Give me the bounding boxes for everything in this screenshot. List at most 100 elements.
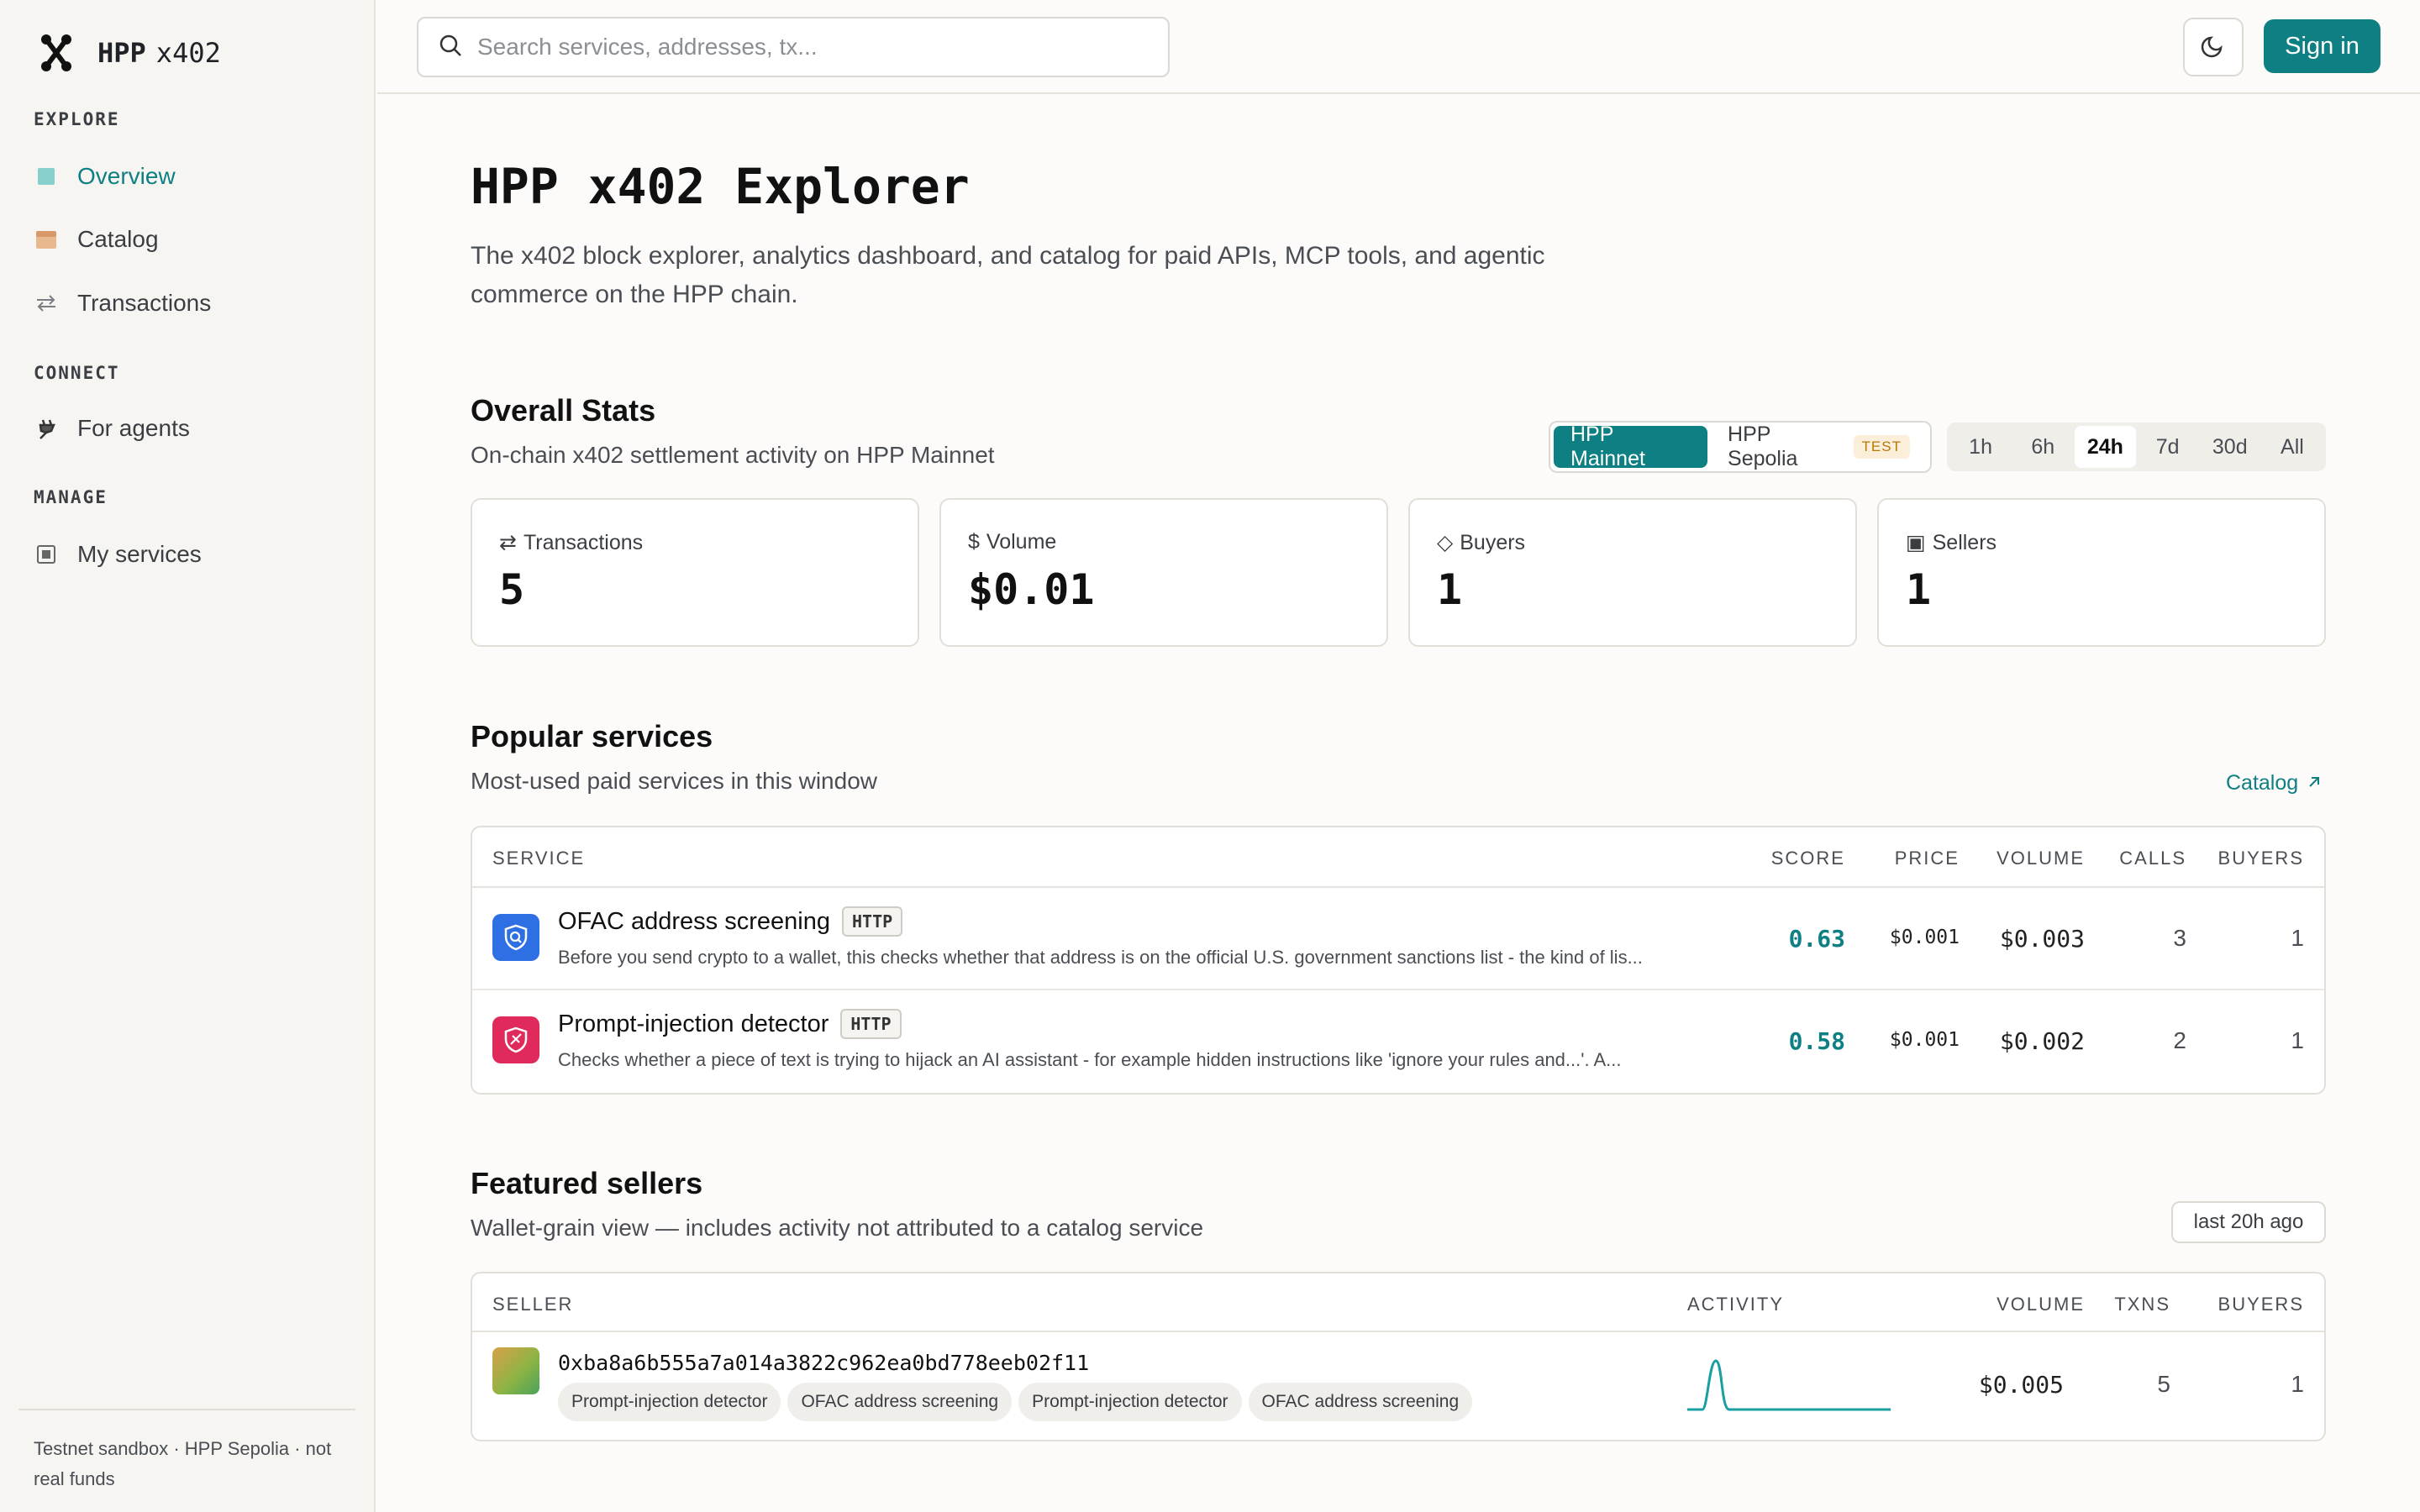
nav-section-connect: CONNECT (34, 363, 120, 383)
seller-avatar (492, 1347, 539, 1394)
column-header-buyers: BUYERS (2217, 1294, 2304, 1315)
seller-icon: ▣ (1906, 531, 1926, 554)
service-score: 0.58 (1788, 1027, 1845, 1055)
stat-value: $0.01 (968, 565, 1095, 614)
services-icon (34, 542, 59, 567)
catalog-link[interactable]: Catalog (2226, 771, 2322, 795)
stat-card-buyers: ◇ Buyers 1 (1408, 498, 1857, 647)
service-name[interactable]: OFAC address screening HTTP (558, 906, 903, 937)
overview-icon (34, 164, 59, 189)
service-tag[interactable]: Prompt-injection detector (558, 1383, 781, 1421)
sidebar-item-label: My services (77, 541, 202, 567)
seller-txns: 5 (2157, 1371, 2170, 1397)
transactions-icon (34, 291, 59, 316)
popular-title: Popular services (471, 719, 713, 753)
stat-label: $ Volume (968, 530, 1057, 554)
network-option-sepolia[interactable]: HPP Sepolia TEST (1711, 423, 1927, 470)
sign-in-button[interactable]: Sign in (2264, 19, 2381, 73)
sidebar-item-my-services[interactable]: My services (34, 530, 345, 579)
column-header-price: PRICE (1894, 848, 1960, 869)
arrow-up-right-icon (2307, 771, 2322, 795)
nav-section-explore: EXPLORE (34, 109, 120, 129)
sidebar-footer: Testnet sandbox · HPP Sepolia · not real… (18, 1409, 355, 1494)
service-score: 0.63 (1788, 925, 1845, 953)
network-option-label: HPP Sepolia (1728, 423, 1798, 470)
popular-subtitle: Most-used paid services in this window (471, 768, 877, 794)
range-option-7d[interactable]: 7d (2138, 426, 2198, 468)
search-input[interactable] (477, 34, 1150, 60)
catalog-link-label: Catalog (2226, 771, 2299, 795)
table-header: SERVICE SCORE PRICE VOLUME CALLS BUYERS (472, 827, 2324, 888)
service-calls: 2 (2173, 1027, 2186, 1053)
service-name[interactable]: Prompt-injection detector HTTP (558, 1009, 902, 1039)
search-icon (439, 34, 462, 61)
service-tag[interactable]: Prompt-injection detector (1018, 1383, 1242, 1421)
featured-sellers-table: SELLER ACTIVITY VOLUME TXNS BUYERS 0xba8… (471, 1272, 2326, 1441)
service-name-label: Prompt-injection detector (558, 1010, 829, 1037)
hpp-logo-icon (34, 30, 79, 76)
table-row[interactable]: OFAC address screening HTTP Before you s… (472, 888, 2324, 990)
column-header-seller: SELLER (492, 1294, 574, 1315)
dollar-icon: $ (968, 530, 980, 554)
service-tag[interactable]: OFAC address screening (1248, 1383, 1473, 1421)
sidebar-item-label: For agents (77, 415, 190, 441)
table-row[interactable]: Prompt-injection detector HTTP Checks wh… (472, 990, 2324, 1093)
http-badge: HTTP (840, 1009, 902, 1039)
stat-label: ⇄ Transactions (499, 530, 644, 555)
sidebar-item-overview[interactable]: Overview (34, 152, 345, 201)
table-header: SELLER ACTIVITY VOLUME TXNS BUYERS (472, 1273, 2324, 1332)
topbar: Sign in (377, 0, 2420, 94)
brand-name: HPP x402 (97, 37, 221, 69)
service-tag[interactable]: OFAC address screening (787, 1383, 1013, 1421)
service-description: Before you send crypto to a wallet, this… (558, 947, 1643, 968)
nav-section-manage: MANAGE (34, 487, 108, 507)
plug-icon (34, 416, 59, 441)
range-option-24h[interactable]: 24h (2075, 426, 2136, 468)
column-header-buyers: BUYERS (2217, 848, 2304, 869)
network-option-mainnet[interactable]: HPP Mainnet (1554, 423, 1708, 470)
test-badge: TEST (1853, 435, 1910, 459)
page-title: HPP x402 Explorer (471, 158, 970, 215)
shield-search-icon (492, 914, 539, 961)
shield-alert-icon (492, 1016, 539, 1063)
sellers-title: Featured sellers (471, 1166, 703, 1200)
stats-title: Overall Stats (471, 393, 656, 428)
service-calls: 3 (2173, 925, 2186, 951)
seller-buyers: 1 (2291, 1371, 2304, 1397)
range-option-30d[interactable]: 30d (2200, 426, 2260, 468)
brand[interactable]: HPP x402 (34, 30, 221, 76)
time-range-toggle: 1h 6h 24h 7d 30d All (1947, 423, 2326, 471)
seller-volume: $0.005 (1978, 1371, 2064, 1399)
stat-label: ▣ Sellers (1906, 530, 1997, 555)
column-header-txns: TXNS (2114, 1294, 2170, 1315)
sidebar-item-transactions[interactable]: Transactions (34, 279, 345, 328)
service-price: $0.001 (1889, 1029, 1960, 1051)
range-option-1h[interactable]: 1h (1950, 426, 2011, 468)
service-price: $0.001 (1889, 927, 1960, 948)
sidebar-item-label: Overview (77, 163, 176, 189)
stat-value: 1 (1437, 565, 1463, 614)
range-option-6h[interactable]: 6h (2012, 426, 2073, 468)
sidebar-item-label: Catalog (77, 226, 159, 252)
range-option-all[interactable]: All (2262, 426, 2323, 468)
stat-value: 5 (499, 565, 525, 614)
service-buyers: 1 (2291, 925, 2304, 951)
column-header-service: SERVICE (492, 848, 586, 869)
moon-icon (2201, 33, 2226, 62)
sidebar-item-catalog[interactable]: Catalog (34, 215, 345, 264)
stat-card-sellers: ▣ Sellers 1 (1877, 498, 2326, 647)
seller-service-tags: Prompt-injection detector OFAC address s… (558, 1383, 1473, 1421)
stat-card-volume: $ Volume $0.01 (939, 498, 1388, 647)
sidebar-item-label: Transactions (77, 290, 212, 316)
column-header-calls: CALLS (2119, 848, 2186, 869)
catalog-icon (34, 227, 59, 252)
sidebar-item-for-agents[interactable]: For agents (34, 404, 345, 453)
search-box[interactable] (417, 17, 1170, 77)
stats-subtitle: On-chain x402 settlement activity on HPP… (471, 442, 995, 468)
seller-address[interactable]: 0xba8a6b555a7a014a3822c962ea0bd778eeb02f… (558, 1351, 1089, 1375)
column-header-volume: VOLUME (1996, 848, 2085, 869)
sellers-subtitle: Wallet-grain view — includes activity no… (471, 1215, 1204, 1241)
theme-toggle-button[interactable] (2183, 18, 2244, 76)
activity-sparkline (1687, 1359, 1891, 1411)
table-row[interactable]: 0xba8a6b555a7a014a3822c962ea0bd778eeb02f… (472, 1332, 2324, 1440)
